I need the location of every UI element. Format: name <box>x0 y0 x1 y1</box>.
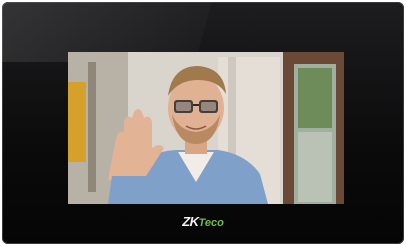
brand-logo-teco: Teco <box>198 217 224 229</box>
display-screen[interactable] <box>68 52 344 204</box>
brand-logo: ZKTeco <box>2 215 404 230</box>
intercom-device: ZKTeco <box>2 2 404 244</box>
brand-logo-zk: ZK <box>182 214 199 229</box>
video-feed-image <box>68 52 344 204</box>
